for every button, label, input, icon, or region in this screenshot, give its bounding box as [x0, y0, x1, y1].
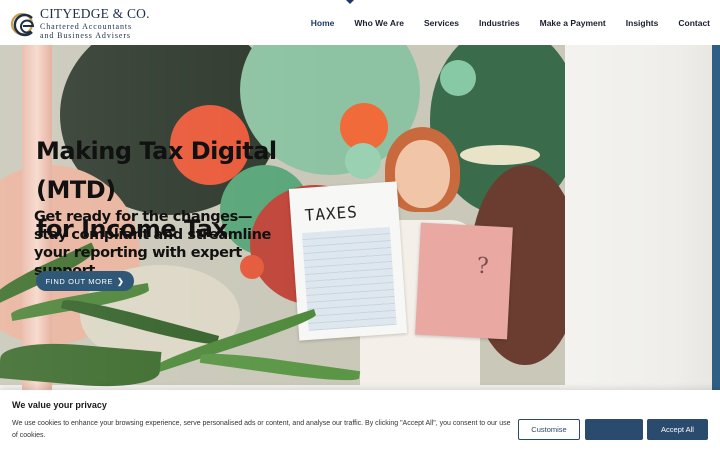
main-nav: Home Who We Are Services Industries Make… [291, 0, 710, 45]
hero-wall-background [560, 45, 720, 392]
person-face [395, 140, 450, 208]
cookie-title: We value your privacy [12, 400, 107, 410]
mural-shape [345, 143, 381, 179]
reject-all-button[interactable]: Reject All [585, 419, 643, 440]
nav-item-services[interactable]: Services [424, 18, 459, 28]
find-out-more-button[interactable]: FIND OUT MORE ❯ [36, 271, 134, 291]
site-logo[interactable]: CITYEDGE & CO. Chartered Accountants and… [10, 5, 150, 41]
cookie-description: We use cookies to enhance your browsing … [12, 420, 511, 439]
cookie-banner: We value your privacy We use cookies to … [0, 390, 720, 450]
brand-tagline-1: Chartered Accountants [40, 22, 132, 31]
customise-button[interactable]: Customise [518, 419, 580, 440]
brand-name: CITYEDGE & CO. [40, 6, 150, 21]
hero-section: TAXES ? Making Tax Digital (MTD) for Inc… [0, 45, 720, 392]
nav-item-insights[interactable]: Insights [626, 18, 659, 28]
nav-item-make-a-payment[interactable]: Make a Payment [540, 18, 606, 28]
site-header: CITYEDGE & CO. Chartered Accountants and… [0, 0, 720, 45]
hero-title-line-1: Making Tax Digital (MTD) [36, 137, 277, 204]
question-mark-icon: ? [476, 253, 490, 280]
mural-shape [440, 60, 476, 96]
nav-item-who-we-are[interactable]: Who We Are [354, 18, 404, 28]
hero-subtitle: Get ready for the changes—stay compliant… [34, 209, 271, 279]
nav-item-contact[interactable]: Contact [678, 18, 710, 28]
hero-edge-strip [712, 45, 720, 392]
ce-monogram-logo-icon [10, 12, 35, 37]
nav-item-home[interactable]: Home [311, 18, 335, 28]
find-out-more-label: FIND OUT MORE [45, 276, 114, 286]
chevron-right-icon: ❯ [117, 276, 125, 286]
nav-item-industries[interactable]: Industries [479, 18, 520, 28]
mural-shape [460, 145, 540, 165]
brand-tagline-2: and Business Advisers [40, 31, 131, 40]
accept-all-button[interactable]: Accept All [647, 419, 708, 440]
question-paper: ? [415, 222, 513, 340]
